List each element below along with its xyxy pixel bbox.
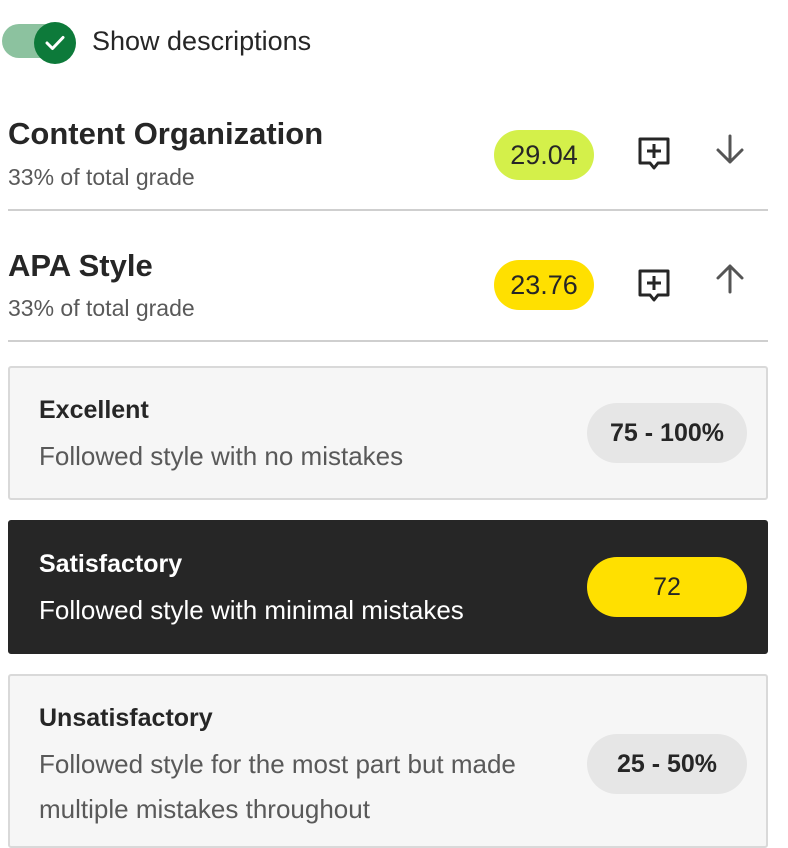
criterion-apa-style: APA Style 33% of total grade 23.76	[8, 242, 768, 342]
rating-level-satisfactory[interactable]: Satisfactory Followed style with minimal…	[8, 520, 768, 654]
level-score-input[interactable]: 72	[587, 557, 747, 617]
level-title: Unsatisfactory	[39, 704, 213, 732]
criterion-content-organization: Content Organization 33% of total grade …	[8, 110, 768, 211]
add-comment-button[interactable]	[632, 132, 676, 176]
arrow-up-icon	[716, 264, 744, 294]
criterion-weight: 33% of total grade	[8, 295, 195, 321]
criterion-score-badge: 29.04	[494, 130, 594, 180]
level-title: Excellent	[39, 396, 149, 424]
level-title: Satisfactory	[39, 550, 183, 578]
expand-collapse-button[interactable]	[708, 256, 752, 300]
rating-level-unsatisfactory[interactable]: Unsatisfactory Followed style for the mo…	[8, 674, 768, 848]
add-comment-icon	[638, 269, 670, 302]
level-description-line-1: Followed style for the most part but mad…	[39, 749, 516, 779]
toggle-knob[interactable]	[34, 22, 76, 64]
criterion-title: APA Style	[8, 248, 153, 283]
criterion-score-badge: 23.76	[494, 260, 594, 310]
level-description-line-2: multiple mistakes throughout	[39, 794, 370, 824]
criterion-weight: 33% of total grade	[8, 164, 195, 190]
level-range-badge: 25 - 50%	[587, 734, 747, 794]
rating-level-excellent[interactable]: Excellent Followed style with no mistake…	[8, 366, 768, 500]
arrow-down-icon	[716, 134, 744, 164]
toggle-label: Show descriptions	[92, 26, 312, 56]
criterion-title: Content Organization	[8, 116, 324, 151]
expand-collapse-button[interactable]	[708, 128, 752, 172]
add-comment-button[interactable]	[632, 264, 676, 308]
level-description: Followed style with minimal mistakes	[39, 595, 464, 625]
level-range-badge: 75 - 100%	[587, 403, 747, 463]
checkmark-icon	[45, 36, 65, 50]
level-description: Followed style with no mistakes	[39, 441, 404, 471]
add-comment-icon	[638, 137, 670, 170]
